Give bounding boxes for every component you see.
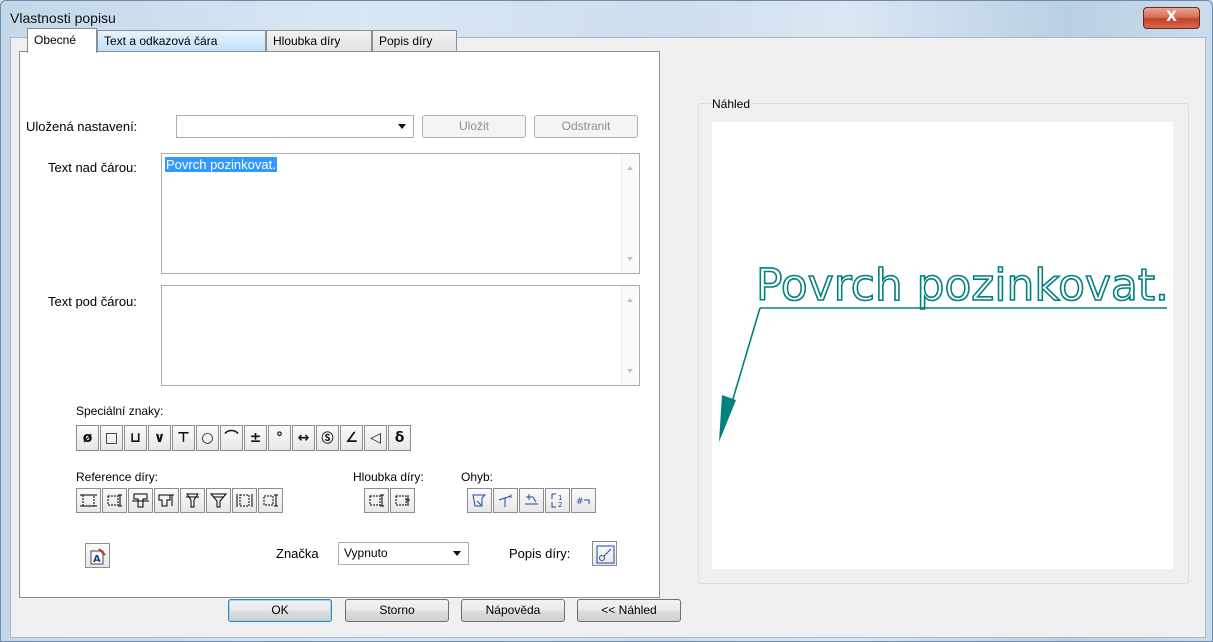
symbol-plus-minus-button[interactable]: ±	[244, 425, 267, 451]
svg-text:#: #	[576, 497, 584, 507]
tab-label: Obecné	[34, 33, 77, 47]
svg-text:x: x	[509, 493, 513, 500]
scroll-down-icon	[627, 257, 633, 261]
help-button[interactable]: Nápověda	[461, 599, 565, 622]
bend-5-icon[interactable]: #	[571, 488, 596, 513]
chevron-down-icon	[398, 124, 406, 129]
hole-callout-button[interactable]	[592, 541, 617, 566]
symbol-statistical-button[interactable]: Ⓢ	[316, 425, 339, 451]
text-below-scrollbar[interactable]	[621, 286, 639, 385]
symbol-between-button[interactable]: ↔	[292, 425, 315, 451]
text-below-field[interactable]	[161, 285, 640, 386]
tab-text-a-odkazova-cara[interactable]: Text a odkazová čára	[97, 30, 266, 51]
close-button[interactable]: X	[1143, 7, 1200, 29]
hole-ref-3-icon[interactable]	[128, 488, 153, 513]
symbol-diameter-button[interactable]: ø	[76, 425, 99, 451]
preview-canvas: Povrch pozinkovat.	[712, 122, 1173, 569]
hole-reference-label: Reference díry:	[76, 470, 159, 484]
symbol-origin-button[interactable]: ○	[196, 425, 219, 451]
tab-label: Text a odkazová čára	[104, 34, 218, 48]
hole-ref-6-icon[interactable]	[206, 488, 231, 513]
hole-depth-label: Hloubka díry:	[353, 470, 424, 484]
symbol-angle-button[interactable]: ∠	[340, 425, 363, 451]
tab-popis-diry[interactable]: Popis díry	[372, 30, 457, 51]
text-above-label: Text nad čárou:	[48, 160, 137, 175]
marker-value: Vypnuto	[344, 546, 388, 560]
symbol-counterbore-button[interactable]: ⊔	[124, 425, 147, 451]
preview-drawing: Povrch pozinkovat.	[719, 259, 1170, 442]
symbol-delta-button[interactable]: δ	[388, 425, 411, 451]
tab-label: Popis díry	[379, 34, 433, 48]
preview-annotation-text: Povrch pozinkovat.	[756, 260, 1169, 311]
text-above-field[interactable]: Povrch pozinkovat.	[161, 153, 640, 274]
symbol-square-button[interactable]: □	[100, 425, 123, 451]
bend-3-icon[interactable]	[519, 488, 544, 513]
chevron-down-icon	[453, 551, 461, 556]
saved-settings-combo[interactable]	[176, 115, 414, 138]
save-button[interactable]: Uložit	[422, 115, 526, 138]
symbol-degree-button[interactable]: °	[268, 425, 291, 451]
hole-ref-1-icon[interactable]	[76, 488, 101, 513]
bend-2-icon[interactable]: x	[493, 488, 518, 513]
hole-ref-2-icon[interactable]	[102, 488, 127, 513]
preview-arrowhead	[719, 395, 736, 442]
symbol-countersink-button[interactable]: ∨	[148, 425, 171, 451]
special-chars-label: Speciální znaky:	[76, 404, 164, 418]
preview-toggle-button[interactable]: << Náhled	[577, 599, 681, 622]
scroll-up-icon	[627, 298, 633, 302]
marker-label: Značka	[276, 546, 319, 561]
text-above-value: Povrch pozinkovat.	[165, 157, 277, 172]
hole-ref-8-icon[interactable]	[258, 488, 283, 513]
svg-text:A: A	[93, 554, 101, 565]
dialog-title: Vlastnosti popisu	[10, 10, 116, 26]
close-icon: X	[1166, 9, 1177, 25]
bend-4-icon[interactable]: 12	[545, 488, 570, 513]
marker-select[interactable]: Vypnuto	[338, 542, 469, 565]
bend-1-icon[interactable]	[467, 488, 492, 513]
hole-ref-7-icon[interactable]	[232, 488, 257, 513]
scroll-up-icon	[627, 166, 633, 170]
text-format-icon[interactable]: A	[85, 543, 110, 568]
text-above-scrollbar[interactable]	[621, 154, 639, 273]
symbol-arc-button[interactable]: ⌒	[220, 425, 243, 451]
hole-ref-4-icon[interactable]	[154, 488, 179, 513]
tab-obecne[interactable]: Obecné	[27, 28, 97, 53]
saved-settings-label: Uložená nastavení:	[26, 119, 138, 134]
cancel-button[interactable]: Storno	[345, 599, 449, 622]
hole-ref-5-icon[interactable]	[180, 488, 205, 513]
svg-text:2: 2	[558, 501, 562, 509]
symbol-depth-button[interactable]: ⊤	[172, 425, 195, 451]
hole-callout-label: Popis díry:	[509, 546, 571, 561]
bend-label: Ohyb:	[461, 470, 494, 484]
text-below-label: Text pod čárou:	[48, 294, 137, 309]
delete-button[interactable]: Odstranit	[534, 115, 638, 138]
dialog-window: Vlastnosti popisu X Obecné Text a odkazo…	[0, 0, 1213, 642]
ok-button[interactable]: OK	[228, 599, 332, 622]
tab-hloubka-diry[interactable]: Hloubka díry	[266, 30, 372, 51]
hole-depth-2-icon[interactable]	[390, 488, 415, 513]
preview-group-title: Náhled	[711, 97, 752, 111]
tab-label: Hloubka díry	[273, 34, 341, 48]
symbol-conical-taper-button[interactable]: ◁	[364, 425, 387, 451]
hole-depth-1-icon[interactable]	[364, 488, 389, 513]
scroll-down-icon	[627, 369, 633, 373]
